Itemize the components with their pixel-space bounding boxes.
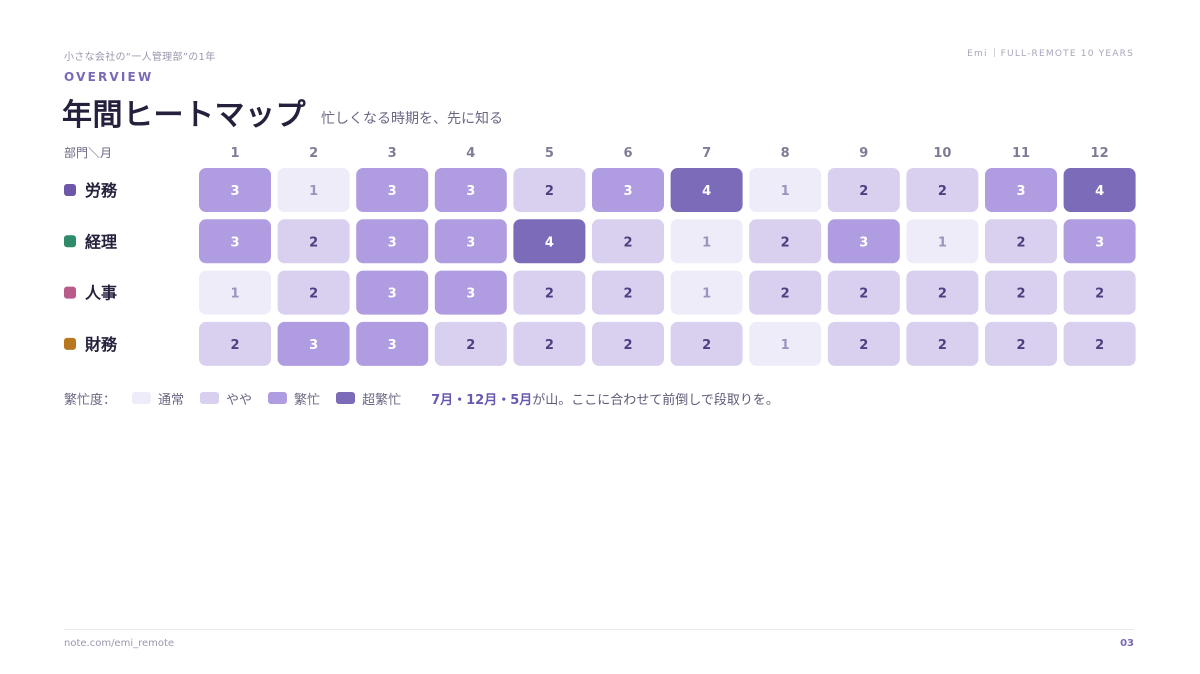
- cell-value: 2: [702, 338, 711, 353]
- cell-value: 2: [938, 184, 947, 199]
- cell-value: 4: [1095, 184, 1104, 199]
- legend-title: 繁忙度：: [64, 392, 117, 408]
- legend-label: やや: [226, 392, 253, 408]
- cell-value: 3: [388, 338, 397, 353]
- legend-swatch: [268, 392, 288, 404]
- cell-value: 3: [309, 338, 318, 353]
- page-number: 03: [1120, 638, 1134, 649]
- cell-value: 3: [623, 184, 632, 199]
- cell-value: 2: [938, 287, 947, 302]
- month-label: 2: [309, 146, 318, 161]
- cell-value: 3: [1016, 184, 1025, 199]
- month-label: 11: [1012, 146, 1030, 161]
- cell-value: 2: [859, 287, 868, 302]
- cell-value: 2: [1016, 235, 1025, 250]
- department-dot: [64, 235, 76, 248]
- cell-value: 2: [545, 184, 554, 199]
- month-label: 7: [702, 146, 711, 161]
- legend-item-level-3: 繁忙: [268, 389, 320, 408]
- legend-swatch: [132, 392, 152, 404]
- cell-value: 1: [702, 287, 711, 302]
- cell-value: 2: [623, 235, 632, 250]
- department-dot: [64, 184, 76, 196]
- cell-value: 1: [702, 235, 711, 250]
- month-label: 5: [545, 146, 554, 161]
- cell-value: 3: [388, 235, 397, 250]
- cell-value: 2: [859, 338, 868, 353]
- legend-item-level-1: 通常: [132, 389, 184, 408]
- cell-value: 3: [230, 235, 239, 250]
- legend-item-level-2: やや: [200, 389, 252, 408]
- cell-value: 2: [859, 184, 868, 199]
- department-dot: [64, 337, 76, 350]
- month-label: 6: [623, 146, 632, 161]
- cell-value: 2: [1016, 287, 1025, 302]
- department-label: 経理: [85, 232, 117, 251]
- department-dot: [64, 286, 76, 299]
- footer-divider: [64, 629, 1134, 630]
- cell-value: 1: [781, 338, 790, 353]
- legend-label: 通常: [158, 392, 185, 408]
- cell-value: 4: [702, 184, 711, 199]
- legend-label: 超繁忙: [362, 392, 402, 408]
- month-label: 10: [933, 146, 951, 161]
- cell-value: 2: [623, 338, 632, 353]
- cell-value: 2: [1095, 338, 1104, 353]
- peak-note: 7月・12月・5月が山。ここに合わせて前倒しで段取りを。: [431, 389, 779, 408]
- footer-source: note.com/emi_remote: [64, 638, 175, 649]
- legend-item-level-4: 超繁忙: [336, 389, 401, 408]
- department-label: 労務: [85, 181, 118, 200]
- legend-label: 繁忙: [294, 392, 321, 408]
- cell-value: 1: [230, 287, 239, 302]
- cell-value: 2: [1016, 338, 1025, 353]
- cell-value: 2: [1095, 287, 1104, 302]
- month-label: 3: [388, 146, 397, 161]
- legend-swatch: [336, 392, 356, 404]
- month-label: 1: [230, 146, 239, 161]
- cell-value: 1: [938, 235, 947, 250]
- cell-value: 3: [466, 287, 475, 302]
- peak-months: 7月・12月・5月: [431, 392, 533, 408]
- cell-value: 2: [623, 287, 632, 302]
- cell-value: 3: [859, 235, 868, 250]
- cell-value: 2: [230, 338, 239, 353]
- cell-value: 2: [309, 235, 318, 250]
- month-label: 4: [466, 146, 475, 161]
- cell-value: 1: [309, 184, 318, 199]
- cell-value: 2: [545, 338, 554, 353]
- cell-value: 3: [388, 287, 397, 302]
- peak-note-text: が山。ここに合わせて前倒しで段取りを。: [532, 392, 779, 408]
- department-label: 人事: [85, 284, 117, 303]
- cell-value: 2: [309, 287, 318, 302]
- cell-value: 3: [466, 235, 475, 250]
- cell-value: 3: [466, 184, 475, 199]
- cell-value: 2: [938, 338, 947, 353]
- cell-value: 2: [781, 235, 790, 250]
- cell-value: 3: [230, 184, 239, 199]
- cell-value: 4: [545, 235, 554, 250]
- cell-value: 2: [545, 287, 554, 302]
- month-label: 8: [781, 146, 790, 161]
- cell-value: 3: [388, 184, 397, 199]
- heatmap-chart: 部門＼月 1 2 3 4 5 6 7 8 9 10 11 12労務 3 1 3 3 2 3 4 1 2 2 3 4経理 3 2 3 3 4…: [64, 145, 1136, 366]
- department-label: 財務: [85, 335, 118, 354]
- axis-corner-label: 部門＼月: [64, 145, 112, 160]
- legend: 繁忙度： 通常 やや 繁忙 超繁忙 7月・12月・5月が山。ここに合わせて前倒し…: [64, 389, 779, 408]
- legend-swatch: [200, 392, 220, 404]
- month-label: 9: [859, 146, 868, 161]
- cell-value: 1: [781, 184, 790, 199]
- cell-value: 2: [781, 287, 790, 302]
- cell-value: 3: [1095, 235, 1104, 250]
- cell-value: 2: [466, 338, 475, 353]
- month-label: 12: [1091, 146, 1109, 161]
